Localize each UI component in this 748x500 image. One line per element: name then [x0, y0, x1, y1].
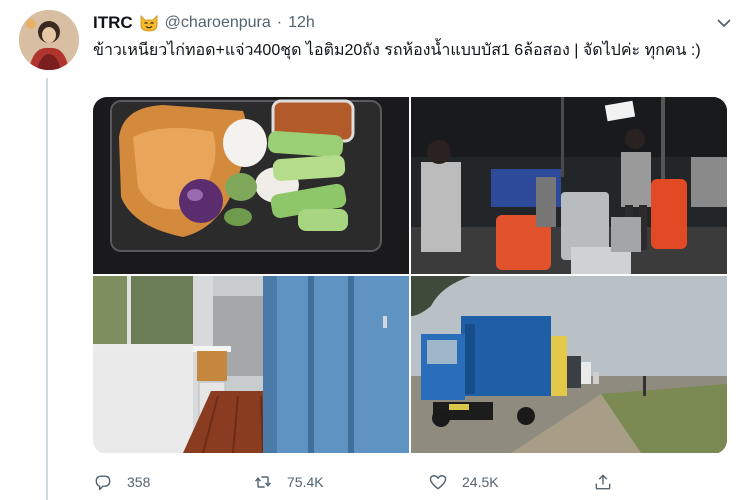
reply-icon	[95, 475, 111, 491]
avatar[interactable]	[19, 10, 79, 70]
heart-icon	[429, 475, 447, 490]
media-grid	[93, 97, 727, 454]
retweet-icon	[254, 476, 272, 488]
food-box-photo[interactable]	[93, 97, 409, 274]
share-icon	[595, 474, 611, 490]
chevron-down-icon[interactable]	[714, 13, 734, 33]
tweet-text: ข้าวเหนียวไก่ทอด+แจ่ว400ชุด ไอติม20ถัง ร…	[93, 42, 701, 59]
kitchen-photo[interactable]	[411, 97, 727, 274]
retweet-count: 75.4K	[287, 474, 324, 490]
share-button[interactable]	[593, 472, 613, 492]
user-handle[interactable]: @charoenpura	[165, 14, 271, 32]
like-button[interactable]: 24.5K	[428, 472, 499, 492]
reply-button[interactable]: 358	[93, 472, 150, 492]
timestamp[interactable]: 12h	[288, 14, 315, 32]
tweet-header: ITRC @charoenpura · 12h	[93, 12, 734, 34]
display-name[interactable]: ITRC	[93, 13, 133, 33]
reply-count: 358	[127, 474, 151, 490]
tweet-actions: 358 75.4K 24.5K	[93, 469, 613, 495]
thread-connector-line	[46, 78, 48, 500]
like-count: 24.5K	[462, 474, 499, 490]
separator-dot: ·	[276, 14, 283, 31]
restroom-trucks-photo[interactable]	[411, 276, 727, 453]
retweet-button[interactable]: 75.4K	[253, 472, 324, 492]
smiling-cat-face-icon	[139, 13, 159, 33]
restroom-bus-interior-photo[interactable]	[93, 276, 409, 453]
